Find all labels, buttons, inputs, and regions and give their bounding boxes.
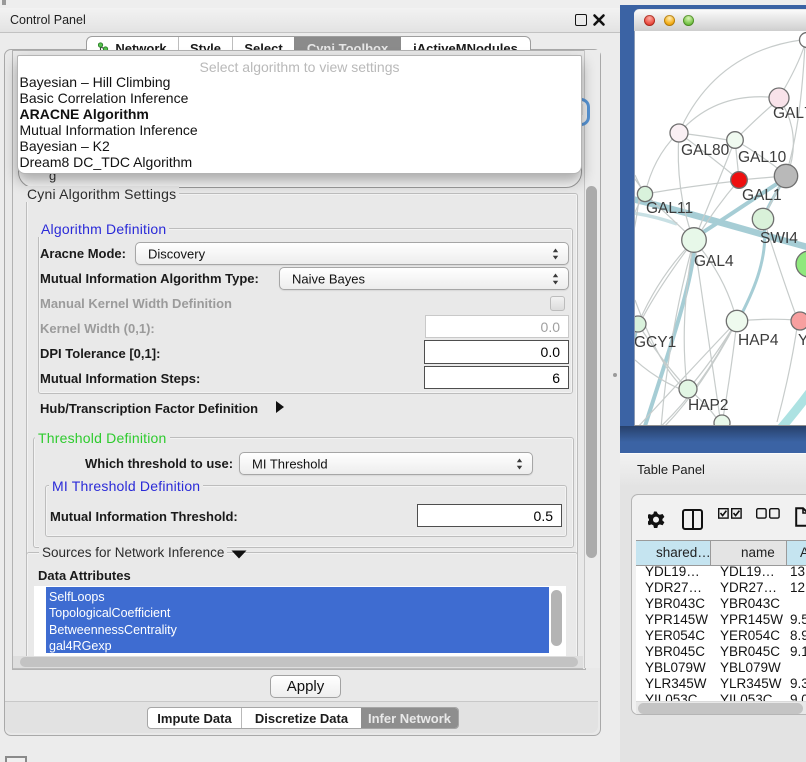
svg-text:GAL4: GAL4 bbox=[694, 253, 734, 270]
svg-text:HAP4: HAP4 bbox=[738, 332, 779, 349]
svg-text:SWI4: SWI4 bbox=[760, 230, 798, 247]
svg-text:GCY1: GCY1 bbox=[635, 334, 676, 351]
svg-text:HAP2: HAP2 bbox=[688, 397, 729, 414]
svg-text:GAL1: GAL1 bbox=[742, 187, 782, 204]
svg-text:GAL80: GAL80 bbox=[681, 142, 730, 159]
svg-text:GAL10: GAL10 bbox=[738, 149, 787, 166]
svg-text:YL: YL bbox=[798, 332, 806, 349]
svg-text:GAL7: GAL7 bbox=[773, 105, 806, 122]
svg-text:GAL11: GAL11 bbox=[646, 200, 693, 217]
